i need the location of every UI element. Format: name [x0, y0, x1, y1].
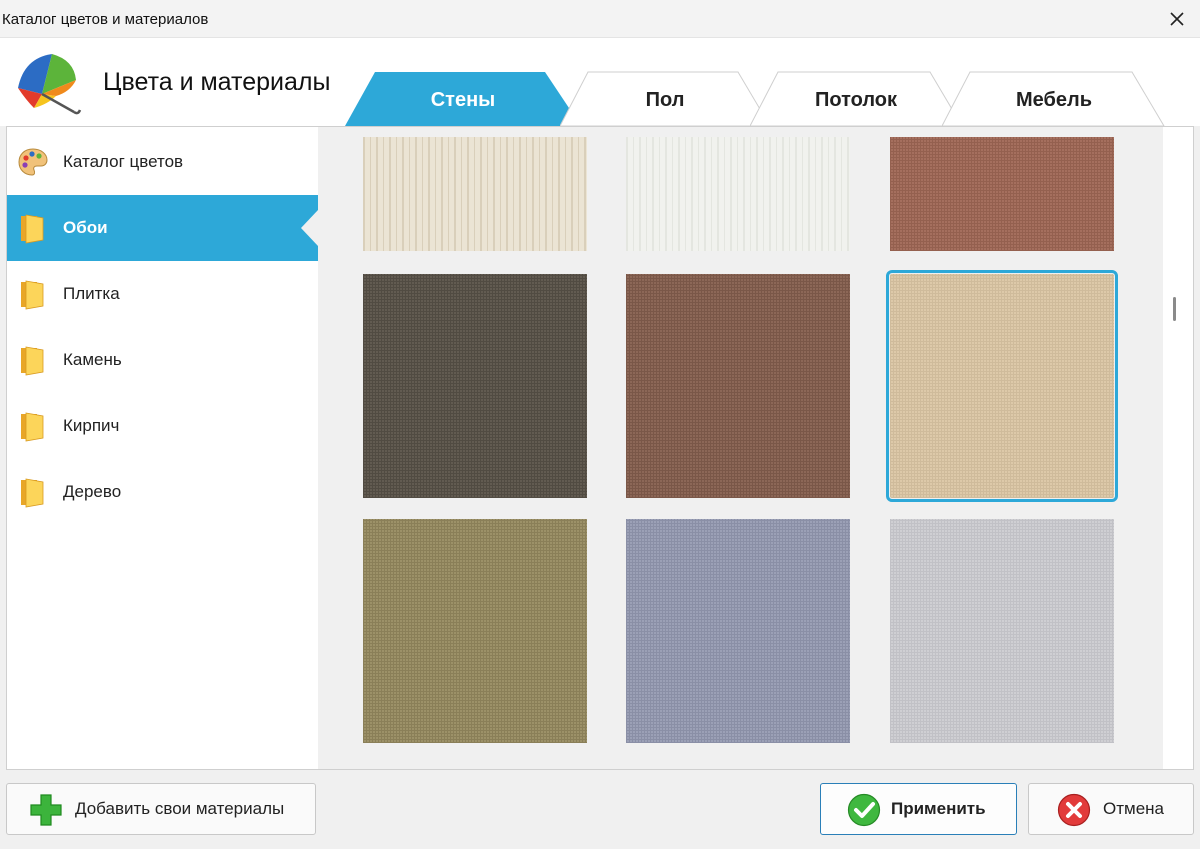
close-icon [1170, 12, 1184, 26]
folder-icon [21, 214, 44, 244]
sidebar-item-label: Камень [63, 350, 122, 369]
tab-ceiling[interactable]: Потолок [750, 70, 962, 126]
close-button[interactable] [1162, 4, 1192, 34]
sidebar-item-stone[interactable]: Камень [7, 327, 318, 393]
active-pointer [301, 210, 318, 246]
sidebar-item-tile[interactable]: Плитка [7, 261, 318, 327]
folder-icon [21, 346, 44, 376]
folder-icon [21, 280, 44, 310]
cancel-icon [1057, 793, 1091, 827]
title-bar: Каталог цветов и материалов [0, 0, 1200, 38]
add-materials-button[interactable]: Добавить свои материалы [6, 783, 316, 835]
sidebar-item-label: Дерево [63, 482, 122, 501]
material-swatch[interactable] [363, 519, 587, 743]
palette-icon [18, 148, 48, 176]
apply-button[interactable]: Применить [820, 783, 1017, 835]
sidebar-item-brick[interactable]: Кирпич [7, 393, 318, 459]
tab-label: Стены [430, 88, 496, 111]
tab-label: Пол [645, 88, 685, 111]
material-grid [318, 127, 1163, 769]
cancel-label: Отмена [1103, 799, 1164, 818]
material-swatch[interactable] [363, 274, 587, 498]
content-frame: Каталог цветов Обои Плитка Камень Кирпич… [6, 126, 1194, 770]
folder-icon [21, 412, 44, 442]
apply-label: Применить [891, 799, 986, 818]
umbrella-logo-icon [18, 54, 82, 115]
material-swatch[interactable] [626, 519, 850, 743]
material-swatch[interactable] [890, 137, 1114, 251]
plus-icon [30, 794, 62, 826]
sidebar-item-label: Кирпич [63, 416, 120, 435]
tab-walls[interactable]: Стены [345, 70, 581, 126]
tab-label: Мебель [1016, 88, 1092, 111]
material-swatch[interactable] [890, 519, 1114, 743]
app-title: Цвета и материалы [103, 68, 331, 96]
folder-icon [21, 478, 44, 508]
tab-furniture[interactable]: Мебель [942, 70, 1166, 126]
material-swatch[interactable] [626, 274, 850, 498]
material-swatch[interactable] [626, 137, 850, 251]
sidebar-item-wood[interactable]: Дерево [7, 459, 318, 525]
tab-floor[interactable]: Пол [560, 70, 770, 126]
checkmark-icon [847, 793, 881, 827]
material-swatch[interactable] [363, 137, 587, 251]
sidebar-item-color-catalog[interactable]: Каталог цветов [7, 129, 318, 195]
header: Цвета и материалы Стены Пол Потолок Мебе… [0, 38, 1200, 126]
tab-label: Потолок [814, 88, 897, 111]
material-swatch[interactable] [886, 270, 1118, 502]
scrollbar-thumb[interactable] [1173, 297, 1176, 321]
sidebar-item-label: Плитка [63, 284, 120, 303]
sidebar-item-wallpaper[interactable]: Обои [7, 195, 318, 261]
add-materials-label: Добавить свои материалы [75, 799, 285, 818]
scrollbar-track[interactable] [1163, 127, 1193, 769]
cancel-button[interactable]: Отмена [1028, 783, 1194, 835]
sidebar-item-label: Обои [63, 218, 108, 237]
sidebar-item-label: Каталог цветов [63, 152, 184, 171]
window-title: Каталог цветов и материалов [2, 11, 209, 28]
category-sidebar: Каталог цветов Обои Плитка Камень Кирпич… [7, 127, 318, 769]
